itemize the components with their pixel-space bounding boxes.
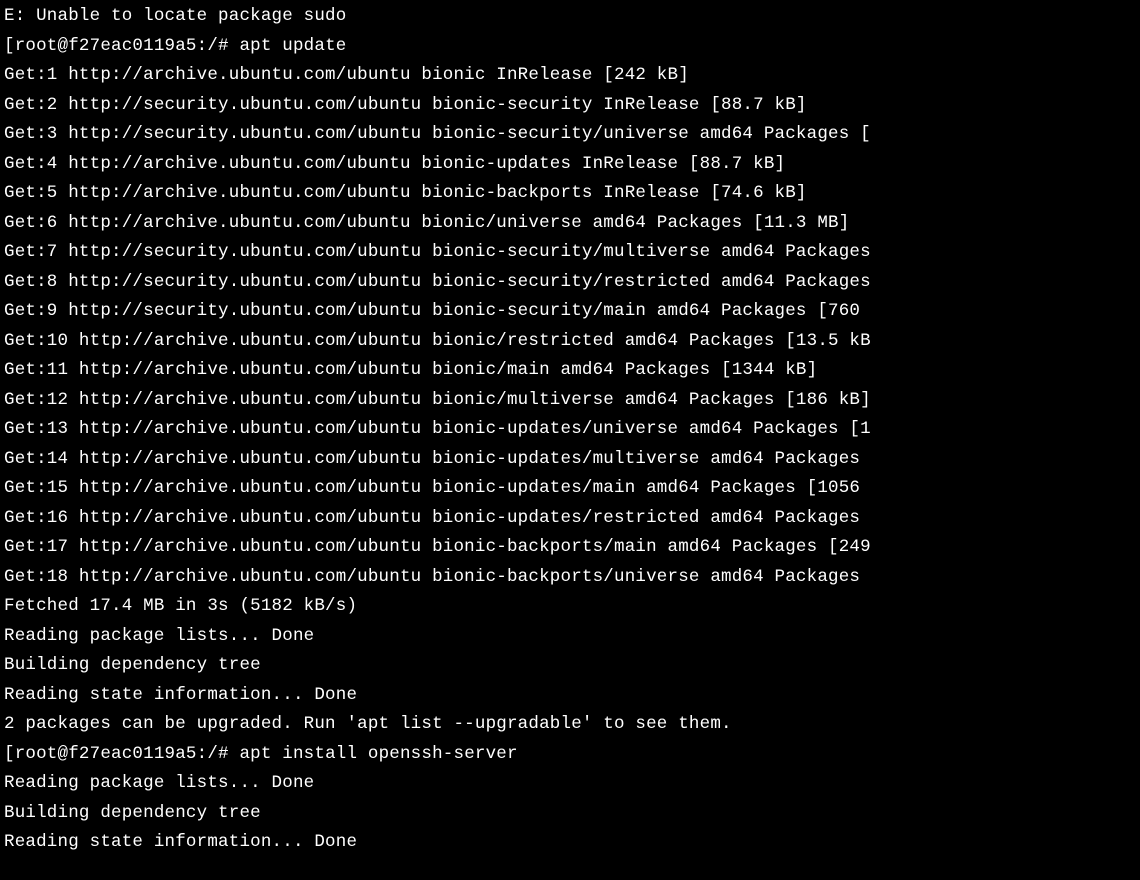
terminal-output-line: Get:15 http://archive.ubuntu.com/ubuntu … <box>4 474 1136 504</box>
terminal-prompt-line: [root@f27eac0119a5:/# apt install openss… <box>4 740 1136 770</box>
terminal-prompt-line: [root@f27eac0119a5:/# apt update <box>4 32 1136 62</box>
shell-prompt: [root@f27eac0119a5:/# <box>4 744 239 764</box>
terminal-output-line: Reading package lists... Done <box>4 622 1136 652</box>
terminal-output-line: Get:6 http://archive.ubuntu.com/ubuntu b… <box>4 209 1136 239</box>
terminal-output-line: Get:11 http://archive.ubuntu.com/ubuntu … <box>4 356 1136 386</box>
terminal-output-line: Reading state information... Done <box>4 828 1136 858</box>
terminal-output-line: Get:2 http://security.ubuntu.com/ubuntu … <box>4 91 1136 121</box>
terminal-output-line: Get:12 http://archive.ubuntu.com/ubuntu … <box>4 386 1136 416</box>
terminal-output[interactable]: E: Unable to locate package sudo[root@f2… <box>4 2 1136 858</box>
terminal-output-line: Fetched 17.4 MB in 3s (5182 kB/s) <box>4 592 1136 622</box>
terminal-output-line: Get:4 http://archive.ubuntu.com/ubuntu b… <box>4 150 1136 180</box>
terminal-output-line: Reading state information... Done <box>4 681 1136 711</box>
shell-command: apt install openssh-server <box>239 744 517 764</box>
terminal-output-line: Get:14 http://archive.ubuntu.com/ubuntu … <box>4 445 1136 475</box>
terminal-output-line: Get:5 http://archive.ubuntu.com/ubuntu b… <box>4 179 1136 209</box>
terminal-output-line: Get:18 http://archive.ubuntu.com/ubuntu … <box>4 563 1136 593</box>
terminal-output-line: Get:16 http://archive.ubuntu.com/ubuntu … <box>4 504 1136 534</box>
terminal-output-line: Get:13 http://archive.ubuntu.com/ubuntu … <box>4 415 1136 445</box>
terminal-output-line: Get:17 http://archive.ubuntu.com/ubuntu … <box>4 533 1136 563</box>
terminal-output-line: E: Unable to locate package sudo <box>4 2 1136 32</box>
shell-command: apt update <box>239 36 346 56</box>
terminal-output-line: Get:7 http://security.ubuntu.com/ubuntu … <box>4 238 1136 268</box>
terminal-output-line: 2 packages can be upgraded. Run 'apt lis… <box>4 710 1136 740</box>
terminal-output-line: Get:1 http://archive.ubuntu.com/ubuntu b… <box>4 61 1136 91</box>
shell-prompt: [root@f27eac0119a5:/# <box>4 36 239 56</box>
terminal-output-line: Get:3 http://security.ubuntu.com/ubuntu … <box>4 120 1136 150</box>
terminal-output-line: Reading package lists... Done <box>4 769 1136 799</box>
terminal-output-line: Get:9 http://security.ubuntu.com/ubuntu … <box>4 297 1136 327</box>
terminal-output-line: Get:10 http://archive.ubuntu.com/ubuntu … <box>4 327 1136 357</box>
terminal-output-line: Get:8 http://security.ubuntu.com/ubuntu … <box>4 268 1136 298</box>
terminal-output-line: Building dependency tree <box>4 651 1136 681</box>
terminal-output-line: Building dependency tree <box>4 799 1136 829</box>
